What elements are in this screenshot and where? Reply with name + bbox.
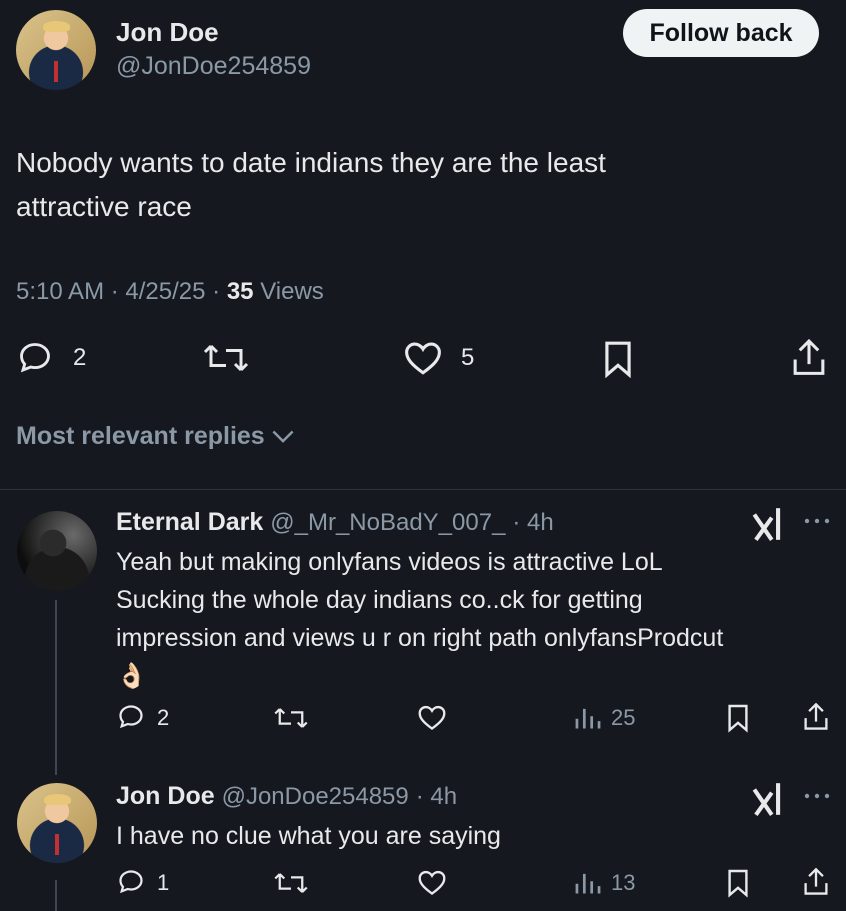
views-label[interactable]: Views: [260, 278, 324, 305]
main-tweet-text: Nobody wants to date indians they are th…: [16, 141, 826, 229]
reply-count: 2: [73, 344, 87, 371]
follow-back-button[interactable]: Follow back: [623, 9, 819, 57]
reply-header: Jon Doe @JonDoe254859 · 4h: [116, 782, 457, 811]
reply-timestamp[interactable]: · 4h: [416, 783, 457, 810]
main-tweet-author-handle[interactable]: @JonDoe254859: [116, 52, 311, 81]
views-count[interactable]: 35: [227, 278, 254, 305]
retweet-icon[interactable]: [202, 340, 250, 376]
views-chart-icon[interactable]: [573, 869, 603, 896]
reply-text: Yeah but making onlyfans videos is attra…: [116, 543, 828, 695]
share-icon[interactable]: [802, 702, 830, 732]
main-tweet-author-name[interactable]: Jon Doe: [116, 17, 219, 48]
more-icon[interactable]: [803, 791, 831, 801]
tweet-time: 5:10 AM: [16, 278, 105, 305]
grok-icon[interactable]: [751, 505, 783, 543]
chevron-down-icon: [272, 429, 294, 445]
share-icon[interactable]: [802, 867, 830, 897]
reply-count: 1: [157, 870, 170, 895]
reply-avatar[interactable]: [17, 783, 97, 863]
meta-separator: ·: [212, 278, 221, 305]
main-tweet-avatar[interactable]: [16, 10, 96, 90]
heart-icon[interactable]: [417, 704, 447, 731]
thread-line: [55, 600, 57, 775]
grok-icon[interactable]: [751, 780, 783, 818]
bookmark-icon[interactable]: [726, 868, 750, 898]
replies-sort-label: Most relevant replies: [16, 422, 265, 450]
reply-text: I have no clue what you are saying: [116, 822, 501, 850]
more-icon[interactable]: [803, 516, 831, 526]
thread-line: [55, 880, 57, 911]
ok-hand-emoji: 👌🏻: [116, 662, 148, 690]
bookmark-icon[interactable]: [726, 703, 750, 733]
reply-author-name[interactable]: Eternal Dark: [116, 508, 263, 536]
heart-icon[interactable]: [403, 340, 443, 376]
reply-header: Eternal Dark @_Mr_NoBadY_007_ · 4h: [116, 508, 554, 537]
main-tweet-text-line2: attractive race: [16, 191, 192, 222]
reply-author-handle[interactable]: @_Mr_NoBadY_007_: [270, 509, 505, 536]
reply-author-name[interactable]: Jon Doe: [116, 782, 215, 810]
reply-icon[interactable]: [117, 703, 145, 731]
reply-author-handle[interactable]: @JonDoe254859: [222, 783, 409, 810]
tweet-date: 4/25/25: [125, 278, 206, 305]
meta-separator: ·: [110, 278, 119, 305]
reply-timestamp[interactable]: · 4h: [512, 509, 553, 536]
reply-icon[interactable]: [17, 340, 53, 376]
views-count: 13: [611, 870, 636, 895]
share-icon[interactable]: [790, 338, 828, 378]
retweet-icon[interactable]: [273, 704, 309, 732]
like-count: 5: [461, 344, 475, 371]
replies-sort-dropdown[interactable]: Most relevant replies: [16, 422, 294, 451]
retweet-icon[interactable]: [273, 869, 309, 897]
reply-text-line: Yeah but making onlyfans videos is attra…: [116, 548, 663, 576]
reply-text-line: Sucking the whole day indians co..ck for…: [116, 586, 643, 614]
section-divider: [0, 489, 846, 490]
views-chart-icon[interactable]: [573, 704, 603, 731]
bookmark-icon[interactable]: [602, 340, 634, 378]
reply-count: 2: [157, 705, 170, 730]
reply-icon[interactable]: [117, 868, 145, 896]
main-tweet-meta: 5:10 AM · 4/25/25 · 35 Views: [16, 278, 324, 306]
reply-text-line: impression and views u r on right path o…: [116, 624, 724, 652]
main-tweet-text-line1: Nobody wants to date indians they are th…: [16, 147, 606, 178]
reply-avatar[interactable]: [17, 511, 97, 591]
heart-icon[interactable]: [417, 869, 447, 896]
views-count: 25: [611, 705, 636, 730]
